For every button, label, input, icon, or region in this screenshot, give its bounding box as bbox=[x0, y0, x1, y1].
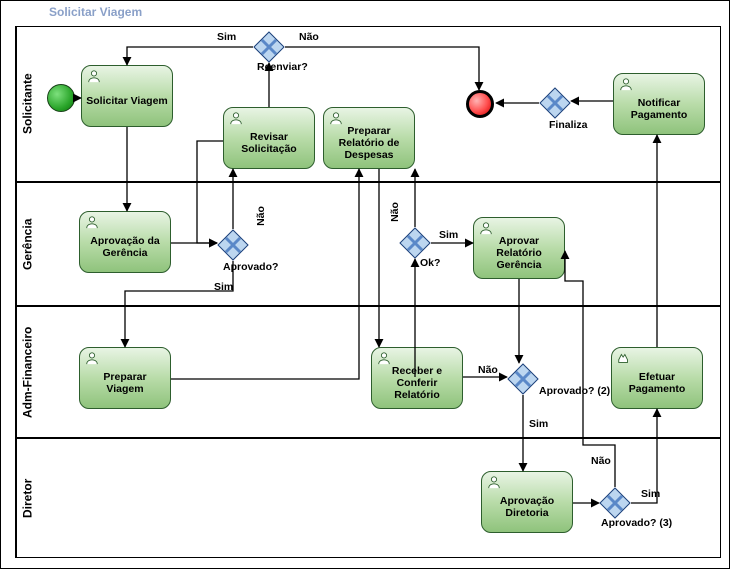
task-label: Notificar Pagamento bbox=[618, 97, 700, 121]
edge-nao-ok: Não bbox=[389, 202, 401, 222]
gw-label-aprovado2: Aprovado? (2) bbox=[539, 385, 610, 397]
task-efetuar-pagamento: Efetuar Pagamento bbox=[611, 347, 703, 409]
user-icon bbox=[487, 475, 501, 489]
task-label: Aprovação Diretoria bbox=[486, 495, 568, 519]
edge-nao-apr3: Não bbox=[591, 455, 611, 467]
user-icon bbox=[85, 351, 99, 365]
user-icon bbox=[85, 215, 99, 229]
task-label: Solicitar Viagem bbox=[86, 95, 168, 107]
user-icon bbox=[479, 221, 493, 235]
task-label: Aprovar Relatório Gerência bbox=[478, 235, 560, 271]
task-notificar-pagamento: Notificar Pagamento bbox=[613, 73, 705, 135]
user-icon bbox=[87, 69, 101, 83]
lane-label-adm-financeiro: Adm-Financeiro bbox=[16, 307, 38, 437]
user-icon bbox=[377, 351, 391, 365]
task-solicitar-viagem: Solicitar Viagem bbox=[81, 65, 173, 127]
gw-label-aprovado: Aprovado? bbox=[223, 261, 278, 273]
gateway-aprovado2 bbox=[507, 363, 539, 395]
gw-label-ok: Ok? bbox=[420, 257, 440, 269]
lane-label-diretor: Diretor bbox=[16, 439, 38, 557]
task-preparar-viagem: Preparar Viagem bbox=[79, 347, 171, 409]
edge-sim-aprovado: Sim bbox=[214, 281, 233, 293]
diagram-title: Solicitar Viagem bbox=[49, 5, 142, 19]
task-label: Preparar Relatório de Despesas bbox=[328, 125, 410, 161]
task-aprovacao-diretoria: Aprovação Diretoria bbox=[481, 471, 573, 533]
task-label: Revisar Solicitação bbox=[228, 131, 310, 155]
gw-label-reenviar: Reenviar? bbox=[257, 61, 308, 73]
user-icon bbox=[619, 77, 633, 91]
gateway-ok bbox=[399, 227, 431, 259]
edge-nao-apr2: Não bbox=[478, 364, 498, 376]
gateway-finaliza bbox=[539, 87, 571, 119]
edge-nao-aprovado: Não bbox=[255, 206, 267, 226]
end-event bbox=[466, 90, 494, 118]
task-label: Aprovação da Gerência bbox=[84, 235, 166, 259]
user-icon bbox=[229, 111, 243, 125]
task-label: Receber e Conferir Relatório bbox=[376, 365, 458, 401]
gateway-aprovado3 bbox=[599, 487, 631, 519]
edge-nao-reenviar: Não bbox=[299, 31, 319, 43]
edge-sim-apr2: Sim bbox=[529, 418, 548, 430]
lane-label-solicitante: Solicitante bbox=[16, 27, 38, 181]
edge-sim-reenviar: Sim bbox=[217, 31, 236, 43]
edge-sim-apr3: Sim bbox=[641, 488, 660, 500]
task-preparar-relatorio: Preparar Relatório de Despesas bbox=[323, 107, 415, 169]
task-aprovacao-gerencia: Aprovação da Gerência bbox=[79, 211, 171, 273]
user-icon bbox=[329, 111, 343, 125]
task-aprovar-rel-gerencia: Aprovar Relatório Gerência bbox=[473, 217, 565, 279]
manual-icon bbox=[617, 351, 631, 365]
task-receber-conferir: Receber e Conferir Relatório bbox=[371, 347, 463, 409]
gateway-reenviar bbox=[253, 31, 285, 63]
edge-sim-ok: Sim bbox=[439, 229, 458, 241]
lane-label-gerencia: Gerência bbox=[16, 183, 38, 305]
start-event bbox=[47, 84, 75, 112]
gw-label-finaliza: Finaliza bbox=[549, 119, 588, 131]
task-revisar-solicitacao: Revisar Solicitação bbox=[223, 107, 315, 169]
task-label: Efetuar Pagamento bbox=[616, 371, 698, 395]
gw-label-aprovado3: Aprovado? (3) bbox=[601, 517, 672, 529]
task-label: Preparar Viagem bbox=[84, 371, 166, 395]
gateway-aprovado bbox=[217, 229, 249, 261]
